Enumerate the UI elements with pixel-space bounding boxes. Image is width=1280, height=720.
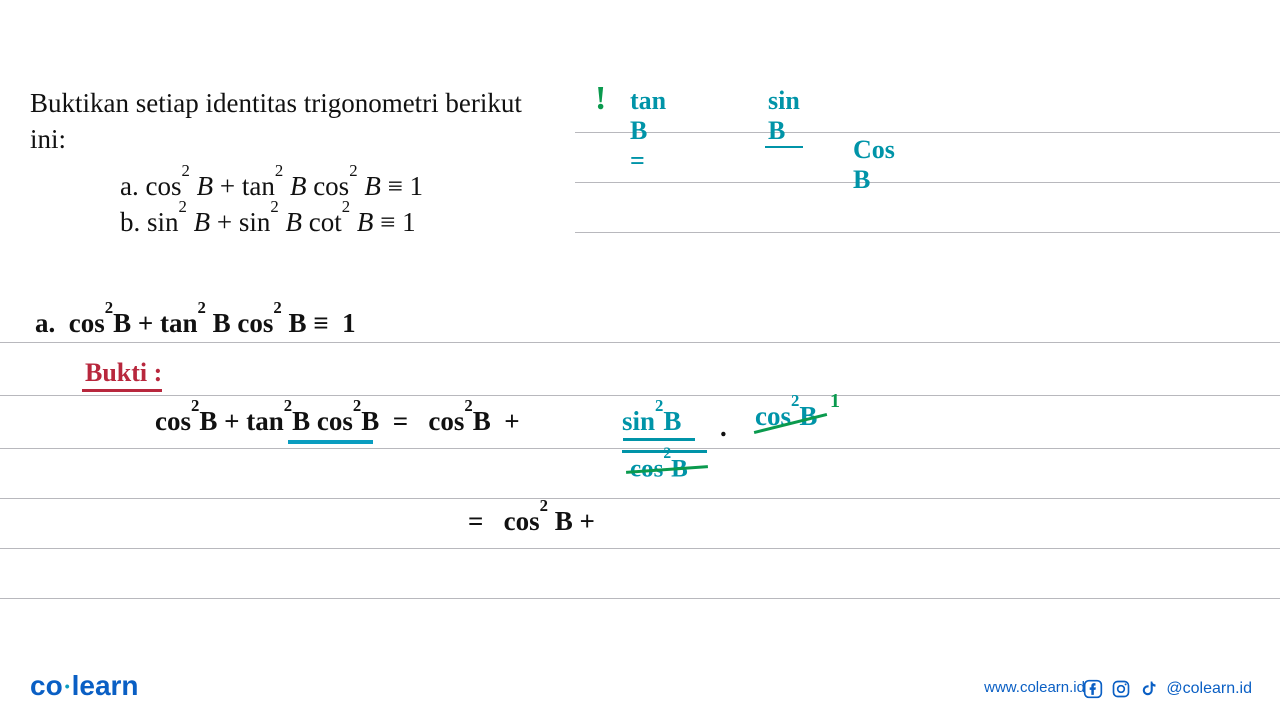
item-b-prefix: b. <box>120 207 147 237</box>
instagram-icon <box>1110 678 1132 700</box>
item-a-equation: cos2 B + tan2 B cos2 B ≡ 1 <box>145 171 423 201</box>
social-handle: @colearn.id <box>1166 680 1252 698</box>
restatement-a: a. cos2B + tan2 B cos2 B ≡ 1 <box>35 307 356 339</box>
exclamation-icon: ! <box>595 80 606 118</box>
hint-lhs: tan B = <box>630 86 666 176</box>
step2: = cos2 B + <box>468 505 595 537</box>
step1-dot: . <box>720 412 727 443</box>
problem-title-line1: Buktikan setiap identitas trigonometri b… <box>30 88 522 118</box>
social-links: @colearn.id <box>1082 678 1252 700</box>
strike-cos-bottom <box>626 465 708 474</box>
tiktok-icon <box>1138 678 1160 700</box>
item-a-prefix: a. <box>120 171 145 201</box>
sin-underline <box>623 438 695 441</box>
website-url: www.colearn.id <box>984 679 1085 696</box>
item-b-equation: sin2 B + sin2 B cot2 B ≡ 1 <box>147 207 416 237</box>
proof-underline <box>82 389 162 392</box>
facebook-icon <box>1082 678 1104 700</box>
footer: co•learn www.colearn.id @colearn.id <box>0 662 1280 702</box>
problem-title-line2: ini: <box>30 124 66 154</box>
step1-left: cos2B + tan2B cos2B = cos2B + <box>155 405 526 437</box>
step1-cos-denominator: cos2B <box>630 454 688 483</box>
step1-sin-numerator: sin2B <box>622 405 681 437</box>
step1-cos-right: cos2B <box>755 400 817 432</box>
tan-underline <box>288 440 373 444</box>
hint-denominator: Cos B <box>853 135 895 195</box>
green-one: 1 <box>830 390 840 413</box>
strike-cos-top <box>754 413 827 434</box>
problem-statement: Buktikan setiap identitas trigonometri b… <box>30 85 575 242</box>
logo-learn: learn <box>72 670 139 701</box>
hint-numerator: sin B <box>765 86 803 148</box>
logo-co: co <box>30 670 63 701</box>
logo: co•learn <box>30 670 139 702</box>
proof-label: Bukti : <box>85 358 162 388</box>
